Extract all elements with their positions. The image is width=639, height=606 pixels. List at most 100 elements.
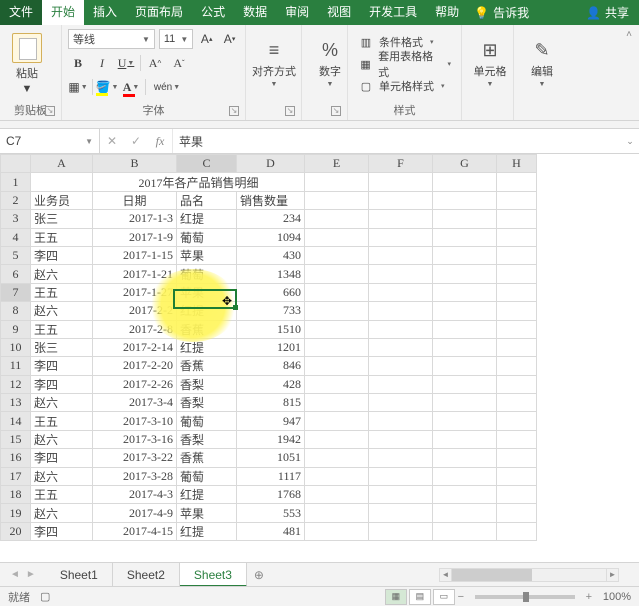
macro-record-icon[interactable]: ▢ (40, 590, 50, 603)
cell[interactable]: 1768 (237, 486, 305, 504)
cell[interactable] (369, 357, 433, 375)
zoom-in-button[interactable]: + (583, 591, 595, 603)
tab-help[interactable]: 帮助 (426, 0, 468, 25)
cell[interactable] (497, 265, 537, 283)
cell[interactable] (305, 394, 369, 412)
sheet-nav[interactable]: ◄ ► (0, 569, 46, 580)
cell[interactable]: 王五 (31, 283, 93, 301)
cell[interactable] (369, 412, 433, 430)
cell[interactable]: 553 (237, 504, 305, 522)
cell[interactable] (497, 357, 537, 375)
number-dialog-launcher[interactable]: ↘ (331, 106, 341, 116)
cell[interactable] (433, 394, 497, 412)
cell[interactable] (305, 320, 369, 338)
name-box[interactable]: C7 ▼ (0, 129, 100, 153)
cell[interactable]: 2017-2-14 (93, 338, 177, 356)
cell[interactable]: 1051 (237, 449, 305, 467)
cell[interactable]: 香梨 (177, 430, 237, 448)
row-header-3[interactable]: 3 (1, 210, 31, 228)
tab-file[interactable]: 文件 (0, 0, 42, 25)
cell[interactable] (305, 486, 369, 504)
scroll-left-icon[interactable]: ◄ (440, 569, 452, 581)
row-header-17[interactable]: 17 (1, 467, 31, 485)
cell[interactable] (497, 394, 537, 412)
cell[interactable] (369, 338, 433, 356)
underline-button[interactable]: U▼ (116, 53, 136, 73)
row-header-4[interactable]: 4 (1, 228, 31, 246)
cell[interactable] (433, 449, 497, 467)
cell[interactable]: 2017-4-3 (93, 486, 177, 504)
tab-data[interactable]: 数据 (234, 0, 276, 25)
cell[interactable] (305, 228, 369, 246)
row-header-16[interactable]: 16 (1, 449, 31, 467)
cell[interactable] (369, 504, 433, 522)
cell[interactable]: 王五 (31, 486, 93, 504)
cell[interactable] (305, 338, 369, 356)
fill-color-button[interactable]: 🪣▼ (97, 77, 117, 97)
cell[interactable]: 2017-4-15 (93, 522, 177, 540)
cell[interactable] (369, 246, 433, 264)
row-header-9[interactable]: 9 (1, 320, 31, 338)
cell[interactable]: 红提 (177, 210, 237, 228)
cell[interactable] (305, 412, 369, 430)
scroll-right-icon[interactable]: ► (606, 569, 618, 581)
cell[interactable]: 品名 (177, 191, 237, 209)
sheet-tab-2[interactable]: Sheet2 (113, 563, 180, 587)
cell[interactable]: 234 (237, 210, 305, 228)
row-header-14[interactable]: 14 (1, 412, 31, 430)
cell[interactable]: 428 (237, 375, 305, 393)
cell[interactable] (305, 375, 369, 393)
scroll-thumb[interactable] (452, 569, 532, 581)
cell[interactable]: 赵六 (31, 430, 93, 448)
add-sheet-button[interactable]: ⊕ (247, 568, 271, 582)
alignment-dialog-launcher[interactable]: ↘ (285, 106, 295, 116)
cell[interactable]: 红提 (177, 338, 237, 356)
cell[interactable] (433, 191, 497, 209)
row-header-15[interactable]: 15 (1, 430, 31, 448)
cell[interactable]: 王五 (31, 320, 93, 338)
cell[interactable] (305, 173, 369, 191)
cell[interactable]: 香蕉 (177, 449, 237, 467)
cell[interactable] (433, 338, 497, 356)
cell[interactable] (369, 283, 433, 301)
cell[interactable] (369, 394, 433, 412)
cell[interactable] (305, 522, 369, 540)
cell[interactable] (369, 210, 433, 228)
column-header-C[interactable]: C (177, 155, 237, 173)
tab-developer[interactable]: 开发工具 (360, 0, 426, 25)
select-all-corner[interactable] (1, 155, 31, 173)
cell[interactable]: 红提 (177, 522, 237, 540)
cell[interactable] (497, 210, 537, 228)
cell[interactable]: 赵六 (31, 265, 93, 283)
sheet-nav-next-icon[interactable]: ► (26, 569, 36, 580)
cell[interactable] (497, 283, 537, 301)
cell[interactable] (497, 504, 537, 522)
cell[interactable] (433, 283, 497, 301)
row-header-2[interactable]: 2 (1, 191, 31, 209)
column-header-F[interactable]: F (369, 155, 433, 173)
cell[interactable]: 1117 (237, 467, 305, 485)
cell[interactable] (305, 246, 369, 264)
cell[interactable] (369, 173, 433, 191)
cell[interactable] (497, 522, 537, 540)
formula-input[interactable]: 苹果 (173, 129, 621, 153)
cell[interactable] (497, 449, 537, 467)
cell[interactable]: 815 (237, 394, 305, 412)
cell[interactable]: 葡萄 (177, 412, 237, 430)
cell[interactable]: 李四 (31, 375, 93, 393)
cell[interactable]: 张三 (31, 210, 93, 228)
cell[interactable] (369, 191, 433, 209)
cell[interactable] (305, 191, 369, 209)
cells-button[interactable]: ⊞ 单元格 ▼ (468, 29, 512, 99)
cell[interactable] (31, 173, 93, 191)
cell[interactable]: 日期 (93, 191, 177, 209)
row-header-18[interactable]: 18 (1, 486, 31, 504)
cell[interactable]: 2017年各产品销售明细 (93, 173, 305, 191)
format-as-table-button[interactable]: ▦套用表格格式▾ (354, 54, 455, 74)
cell[interactable]: 赵六 (31, 302, 93, 320)
clipboard-dialog-launcher[interactable]: ↘ (45, 106, 55, 116)
phonetic-button[interactable]: wén▼ (150, 77, 184, 97)
cell[interactable]: 苹果 (177, 246, 237, 264)
cell[interactable] (497, 173, 537, 191)
cell[interactable] (433, 486, 497, 504)
